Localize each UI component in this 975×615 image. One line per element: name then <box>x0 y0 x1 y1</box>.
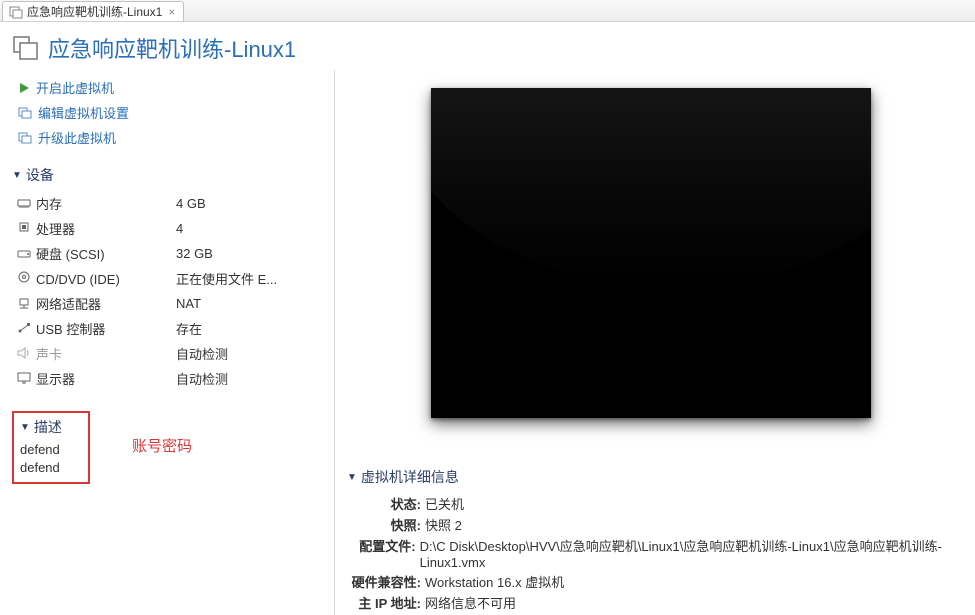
detail-row: 主 IP 地址: 网络信息不可用 <box>347 592 965 613</box>
device-row[interactable]: 内存 4 GB <box>12 191 324 216</box>
tab-label: 应急响应靶机训练-Linux1 <box>27 3 162 20</box>
device-value: 自动检测 <box>172 341 324 366</box>
disk-icon <box>16 249 32 259</box>
vm-icon <box>12 34 40 62</box>
device-row[interactable]: 网络适配器 NAT <box>12 291 324 316</box>
device-value: 4 <box>172 216 324 241</box>
power-on-link[interactable]: 开启此虚拟机 <box>12 76 324 101</box>
chevron-down-icon: ▼ <box>347 472 357 483</box>
vm-screen-thumbnail[interactable] <box>431 88 871 418</box>
device-row[interactable]: 硬盘 (SCSI) 32 GB <box>12 241 324 266</box>
upgrade-link[interactable]: 升级此虚拟机 <box>12 126 324 151</box>
detail-row: 配置文件: D:\C Disk\Desktop\HVV\应急响应靶机\Linux… <box>347 535 965 571</box>
chevron-down-icon: ▼ <box>20 422 30 433</box>
sound-icon <box>16 347 32 359</box>
devices-heading[interactable]: ▼ 设备 <box>12 165 324 185</box>
cd-icon <box>16 270 32 284</box>
upgrade-icon <box>18 132 32 144</box>
device-row[interactable]: CD/DVD (IDE) 正在使用文件 E... <box>12 266 324 291</box>
vm-tab-icon <box>9 5 23 19</box>
tab-bar: 应急响应靶机训练-Linux1 × <box>0 0 975 22</box>
details-heading[interactable]: ▼ 虚拟机详细信息 <box>347 467 965 487</box>
vm-details: ▼ 虚拟机详细信息 状态: 已关机 快照: 快照 2 配置文件: D:\C Di… <box>337 467 965 613</box>
power-on-label: 开启此虚拟机 <box>36 78 114 97</box>
chevron-down-icon: ▼ <box>12 170 22 181</box>
description-heading[interactable]: ▼ 描述 <box>20 417 82 437</box>
page-title: 应急响应靶机训练-Linux1 <box>48 32 296 64</box>
title-row: 应急响应靶机训练-Linux1 <box>0 22 975 70</box>
credentials-annotation: 账号密码 <box>132 435 192 456</box>
close-icon[interactable]: × <box>166 5 177 19</box>
device-value: 存在 <box>172 316 324 341</box>
display-icon <box>16 372 32 384</box>
device-row[interactable]: 声卡 自动检测 <box>12 341 324 366</box>
device-row[interactable]: 处理器 4 <box>12 216 324 241</box>
memory-icon <box>16 199 32 209</box>
devices-table: 内存 4 GB 处理器 4 硬盘 (SCSI) 32 GB CD/DVD (ID… <box>12 191 324 391</box>
detail-row: 状态: 已关机 <box>347 493 965 514</box>
device-value: NAT <box>172 291 324 316</box>
description-text: defend defend <box>20 441 82 476</box>
description-box: ▼ 描述 defend defend <box>12 411 90 484</box>
cpu-icon <box>16 220 32 234</box>
edit-settings-icon <box>18 107 32 119</box>
detail-row: 硬件兼容性: Workstation 16.x 虚拟机 <box>347 571 965 592</box>
play-icon <box>18 82 30 94</box>
side-panel: 开启此虚拟机 编辑虚拟机设置 升级此虚拟机 ▼ 设备 内存 4 GB <box>0 70 335 615</box>
edit-settings-link[interactable]: 编辑虚拟机设置 <box>12 101 324 126</box>
main-panel: ▼ 虚拟机详细信息 状态: 已关机 快照: 快照 2 配置文件: D:\C Di… <box>335 70 975 615</box>
device-row[interactable]: USB 控制器 存在 <box>12 316 324 341</box>
tab-vm[interactable]: 应急响应靶机训练-Linux1 × <box>2 1 184 21</box>
upgrade-label: 升级此虚拟机 <box>38 128 116 147</box>
edit-settings-label: 编辑虚拟机设置 <box>38 103 129 122</box>
detail-row: 快照: 快照 2 <box>347 514 965 535</box>
usb-icon <box>16 322 32 334</box>
device-value: 4 GB <box>172 191 324 216</box>
device-value: 正在使用文件 E... <box>172 266 324 291</box>
device-value: 自动检测 <box>172 366 324 391</box>
network-icon <box>16 297 32 309</box>
device-row[interactable]: 显示器 自动检测 <box>12 366 324 391</box>
device-value: 32 GB <box>172 241 324 266</box>
